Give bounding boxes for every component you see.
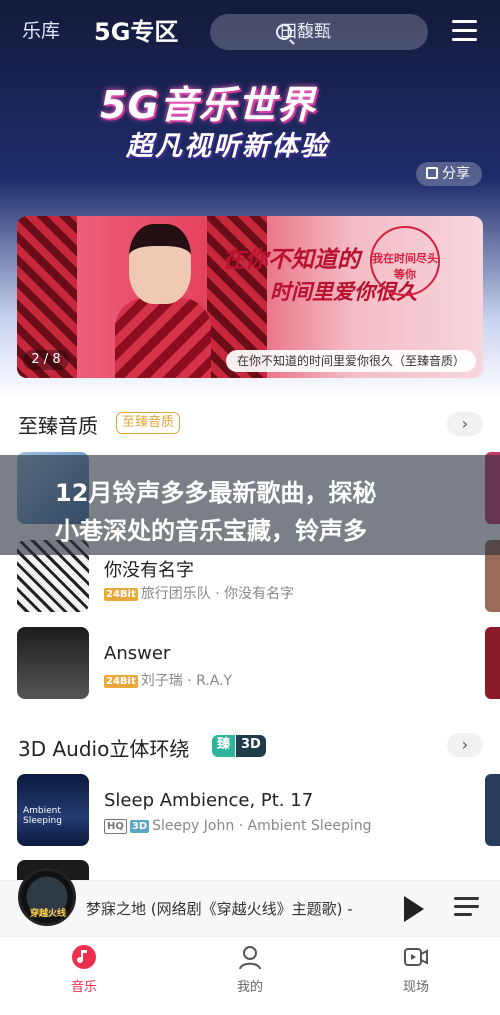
play-icon[interactable] [404, 896, 424, 922]
section-3d-more-button[interactable]: › [447, 733, 483, 757]
player-disc-label: 穿越火线 [30, 909, 67, 919]
video-camera-icon [404, 948, 428, 966]
side-thumb [485, 774, 500, 846]
share-icon [426, 167, 438, 179]
song-thumb[interactable] [17, 627, 89, 699]
section-3d-tag-left: 臻 [212, 735, 236, 757]
menu-icon[interactable] [452, 20, 477, 42]
title-overlay: 12月铃声多多最新歌曲，探秘 小巷深处的音乐宝藏，铃声多 [0, 455, 500, 555]
hero-subtitle: 超凡视听新体验 [126, 131, 329, 162]
search-input[interactable]: 田馥甄 [210, 14, 428, 50]
music-disc-icon [72, 945, 96, 969]
song-artist: 刘子瑞 · R.A.Y [140, 673, 233, 689]
share-label: 分享 [442, 166, 470, 182]
song-artist: Sleepy John · Ambient Sleeping [152, 818, 372, 834]
now-playing-text[interactable]: 梦寐之地 (网络剧《穿越火线》主题歌) - [86, 898, 376, 919]
section-quality-tag: 至臻音质 [116, 412, 181, 434]
overlay-line-2: 小巷深处的音乐宝藏，铃声多 [55, 517, 367, 545]
banner-artist-dress [115, 298, 211, 378]
section-3d-title: 3D Audio立体环绕 [18, 737, 190, 761]
nav-item-mine[interactable]: 我的 [200, 937, 300, 1015]
user-icon [239, 946, 261, 970]
quality-badge: 24Bit [104, 674, 138, 688]
top-bar: 乐库 5G专区 田馥甄 [0, 0, 500, 64]
section-quality-title: 至臻音质 [18, 414, 98, 438]
song-thumb[interactable]: Ambient Sleeping [17, 774, 89, 846]
banner-page-counter: 2 / 8 [23, 350, 69, 370]
search-icon [276, 24, 292, 40]
3d-badge: 3D [129, 819, 150, 833]
banner-caption: 在你不知道的时间里爱你很久（至臻音质） [226, 350, 476, 372]
banner-art-title-1: 在你不知道的 [222, 247, 360, 273]
tab-5g-zone[interactable]: 5G专区 [94, 12, 178, 47]
nav-label-music: 音乐 [70, 980, 97, 995]
hero-title: 5G音乐世界 [100, 83, 316, 127]
bottom-nav: 音乐 我的 现场 [0, 936, 500, 1015]
nav-item-live[interactable]: 现场 [366, 937, 466, 1015]
banner-stamp: 我在时间尽头等你 [370, 226, 440, 296]
side-thumb [485, 627, 500, 699]
tab-library[interactable]: 乐库 [22, 16, 60, 43]
share-button[interactable]: 分享 [416, 162, 482, 186]
banner-artist-face [129, 224, 191, 304]
overlay-line-1: 12月铃声多多最新歌曲，探秘 [55, 479, 377, 507]
song-title[interactable]: Sleep Ambience, Pt. 17 [104, 790, 313, 811]
nav-label-live: 现场 [402, 980, 429, 995]
thumb-text: Ambient Sleeping [23, 806, 62, 826]
song-meta: 24Bit 刘子瑞 · R.A.Y [104, 670, 232, 690]
nav-item-music[interactable]: 音乐 [34, 937, 134, 1015]
nav-label-mine: 我的 [236, 980, 263, 995]
section-3d-tag-right: 3D [236, 735, 266, 757]
section-quality-more-button[interactable]: › [447, 412, 483, 436]
song-artist: 旅行团乐队 · 你没有名字 [140, 586, 295, 602]
song-title[interactable]: Answer [104, 643, 170, 664]
hq-badge: HQ [104, 818, 127, 834]
song-meta: 24Bit 旅行团乐队 · 你没有名字 [104, 583, 294, 603]
playlist-icon[interactable] [454, 897, 479, 919]
quality-badge: 24Bit [104, 587, 138, 601]
song-title[interactable]: 你没有名字 [104, 556, 194, 582]
song-meta: HQ 3D Sleepy John · Ambient Sleeping [104, 818, 372, 834]
